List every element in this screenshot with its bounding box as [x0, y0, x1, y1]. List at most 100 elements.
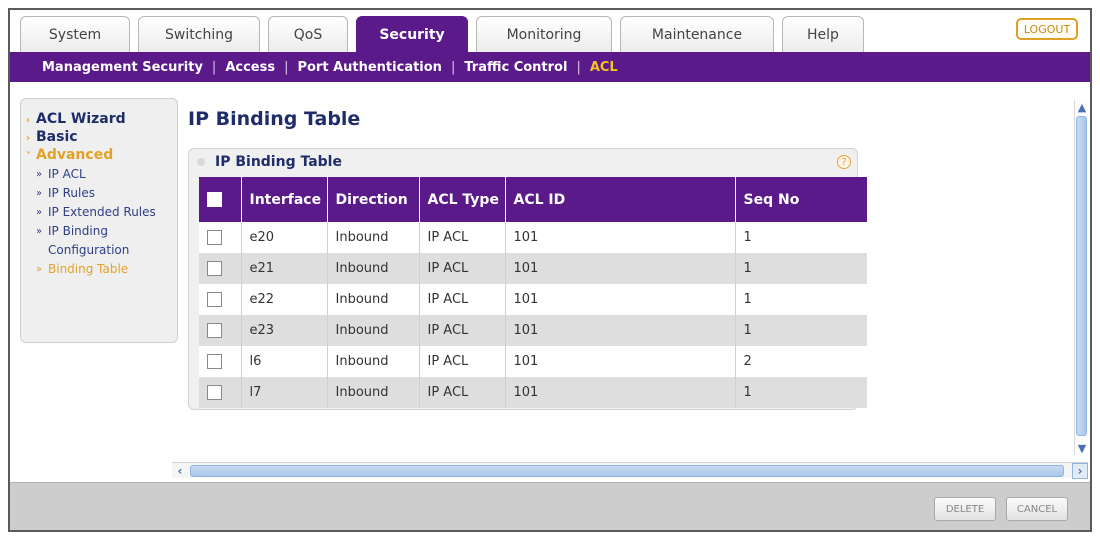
double-chevron-icon: »: [36, 169, 43, 180]
double-chevron-icon: »: [36, 207, 43, 218]
subnav-separator: |: [211, 59, 217, 75]
sidebar-subitem-label: IP ACL: [48, 167, 86, 181]
tab-monitoring[interactable]: Monitoring: [476, 16, 612, 52]
sidebar-item-advanced[interactable]: ˅ Advanced: [21, 147, 177, 165]
horizontal-scroll-thumb[interactable]: [190, 465, 1064, 477]
double-chevron-icon: »: [36, 188, 43, 199]
sidebar-subitem-binding-table[interactable]: » Binding Table: [21, 260, 177, 279]
cell-direction: Inbound: [327, 377, 420, 408]
table-row[interactable]: e21 Inbound IP ACL 101 1: [199, 253, 867, 284]
table-row[interactable]: l6 Inbound IP ACL 101 2: [199, 346, 867, 377]
sidebar-item-basic[interactable]: › Basic: [21, 129, 177, 147]
table-body: e20 Inbound IP ACL 101 1 e21 Inbound IP ACL 101 1…: [199, 222, 867, 408]
vertical-scroll-thumb[interactable]: [1076, 116, 1087, 436]
scroll-up-icon[interactable]: ▲: [1075, 100, 1089, 114]
sub-navigation: Management Security | Access | Port Auth…: [10, 52, 1090, 82]
cell-seq-no: 2: [743, 354, 752, 369]
cell-acl-type: IP ACL: [419, 315, 506, 346]
subnav-management-security[interactable]: Management Security: [42, 60, 203, 75]
cell-acl-type: IP ACL: [419, 222, 506, 253]
chevron-right-icon: ›: [26, 133, 31, 144]
subnav-separator: |: [576, 59, 581, 75]
row-checkbox[interactable]: [207, 261, 222, 276]
sidebar-subitem-label: Binding Table: [48, 262, 129, 276]
subnav-access[interactable]: Access: [225, 60, 275, 75]
sidebar-item-label: Advanced: [36, 147, 114, 163]
tab-security[interactable]: Security: [356, 16, 468, 52]
column-header-direction: Direction: [327, 177, 420, 222]
sidebar-subitem-ip-extended-rules[interactable]: » IP Extended Rules: [21, 203, 171, 222]
subnav-traffic-control[interactable]: Traffic Control: [464, 60, 567, 75]
tab-help[interactable]: Help: [782, 16, 864, 52]
logout-button[interactable]: LOGOUT: [1016, 18, 1078, 40]
cell-seq-no: 1: [743, 292, 752, 307]
subnav-separator: |: [284, 59, 289, 75]
tab-system[interactable]: System: [20, 16, 130, 52]
subnav-acl[interactable]: ACL: [590, 60, 618, 75]
sidebar-subitem-ip-acl[interactable]: » IP ACL: [21, 165, 177, 184]
sidebar-subitem-label: IP Extended Rules: [48, 205, 156, 219]
row-checkbox[interactable]: [207, 230, 222, 245]
row-checkbox[interactable]: [207, 292, 222, 307]
cell-direction: Inbound: [327, 253, 420, 284]
table-row[interactable]: l7 Inbound IP ACL 101 1: [199, 377, 867, 408]
row-select-cell: [199, 222, 242, 253]
cell-acl-type: IP ACL: [419, 253, 506, 284]
cell-seq-no: 1: [743, 261, 752, 276]
footer-bar: DELETE CANCEL: [10, 482, 1090, 530]
row-checkbox[interactable]: [207, 385, 222, 400]
column-header-seq-no: Seq No: [735, 177, 867, 222]
question-icon[interactable]: ?: [837, 155, 851, 169]
scroll-down-icon[interactable]: ▼: [1075, 441, 1089, 455]
cell-direction: Inbound: [327, 315, 420, 346]
app-window: System Switching QoS Security Monitoring…: [8, 8, 1092, 532]
row-select-cell: [199, 377, 242, 408]
tab-qos[interactable]: QoS: [268, 16, 348, 52]
subnav-separator: |: [450, 59, 456, 75]
row-select-cell: [199, 253, 242, 284]
column-header-acl-id: ACL ID: [505, 177, 736, 222]
sidebar-subitem-ip-rules[interactable]: » IP Rules: [21, 184, 177, 203]
delete-button[interactable]: DELETE: [934, 497, 996, 521]
panel-title: IP Binding Table: [215, 154, 342, 170]
cancel-button[interactable]: CANCEL: [1006, 497, 1068, 521]
binding-table: Interface Direction ACL Type ACL ID Seq …: [199, 177, 867, 408]
table-row[interactable]: e22 Inbound IP ACL 101 1: [199, 284, 867, 315]
chevron-down-icon: ˅: [26, 151, 31, 162]
sidebar: › ACL Wizard › Basic ˅ Advanced » IP ACL…: [20, 98, 178, 343]
table-row[interactable]: e23 Inbound IP ACL 101 1: [199, 315, 867, 346]
cell-acl-type: IP ACL: [419, 284, 506, 315]
vertical-scrollbar[interactable]: ▲ ▼: [1074, 100, 1088, 455]
cell-seq-no: 1: [743, 385, 752, 400]
panel-header: IP Binding Table: [189, 149, 857, 175]
horizontal-scrollbar[interactable]: ‹ ›: [172, 462, 1088, 479]
cell-interface: e23: [241, 315, 328, 346]
subnav-port-authentication[interactable]: Port Authentication: [297, 60, 441, 75]
select-all-checkbox[interactable]: [207, 192, 222, 207]
scroll-left-icon[interactable]: ‹: [172, 463, 188, 479]
column-header-acl-type: ACL Type: [419, 177, 506, 222]
tab-maintenance[interactable]: Maintenance: [620, 16, 774, 52]
cell-interface: l6: [241, 346, 328, 377]
table-header-row: Interface Direction ACL Type ACL ID Seq …: [199, 177, 867, 222]
sidebar-item-label: Basic: [36, 129, 78, 145]
double-chevron-icon: »: [36, 226, 43, 237]
sidebar-subitem-label: IP Binding Configuration: [48, 224, 130, 257]
cell-acl-id: 101: [505, 253, 736, 284]
table-row[interactable]: e20 Inbound IP ACL 101 1: [199, 222, 867, 253]
cell-acl-id: 101: [505, 284, 736, 315]
cell-acl-id: 101: [505, 222, 736, 253]
sidebar-item-acl-wizard[interactable]: › ACL Wizard: [21, 111, 177, 129]
row-checkbox[interactable]: [207, 323, 222, 338]
cell-direction: Inbound: [327, 346, 420, 377]
cell-interface: l7: [241, 377, 328, 408]
cell-interface: e20: [241, 222, 328, 253]
collapse-dot-icon[interactable]: [197, 158, 205, 166]
cell-direction: Inbound: [327, 222, 420, 253]
cell-direction: Inbound: [327, 284, 420, 315]
tab-switching[interactable]: Switching: [138, 16, 260, 52]
column-header-interface: Interface: [241, 177, 328, 222]
scroll-right-icon[interactable]: ›: [1072, 463, 1088, 479]
row-checkbox[interactable]: [207, 354, 222, 369]
sidebar-subitem-ip-binding-configuration[interactable]: » IP Binding Configuration: [21, 222, 171, 260]
